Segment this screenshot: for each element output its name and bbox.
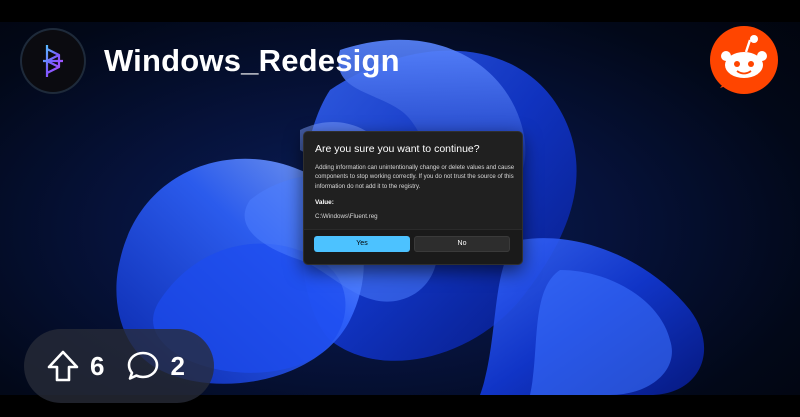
post-stats-pill: 6 2 — [24, 329, 214, 403]
upvote-group[interactable]: 6 — [46, 349, 104, 383]
registry-confirm-dialog: Are you sure you want to continue? Addin… — [303, 131, 523, 265]
top-band — [0, 0, 800, 22]
post-card: Windows_Redesign Are you sure you want t… — [0, 0, 800, 417]
no-button[interactable]: No — [414, 236, 510, 252]
yes-button[interactable]: Yes — [314, 236, 410, 252]
upvote-count: 6 — [90, 350, 105, 381]
subreddit-logo-icon — [43, 45, 63, 77]
dialog-value-path: C:\Windows\Fluent.reg — [315, 213, 378, 220]
subreddit-avatar[interactable] — [22, 30, 84, 92]
post-header: Windows_Redesign — [22, 27, 400, 95]
comment-count: 2 — [170, 350, 185, 381]
reddit-logo-icon[interactable] — [708, 24, 780, 96]
dialog-title: Are you sure you want to continue? — [315, 143, 480, 155]
comment-bubble-icon[interactable] — [126, 349, 160, 383]
subreddit-name[interactable]: Windows_Redesign — [104, 43, 400, 79]
upvote-arrow-icon[interactable] — [46, 349, 80, 383]
comment-group[interactable]: 2 — [126, 349, 185, 383]
dialog-footer: Yes No — [304, 229, 522, 264]
dialog-body-text: Adding information can unintentionally c… — [315, 164, 515, 190]
dialog-value-label: Value: — [315, 199, 334, 206]
